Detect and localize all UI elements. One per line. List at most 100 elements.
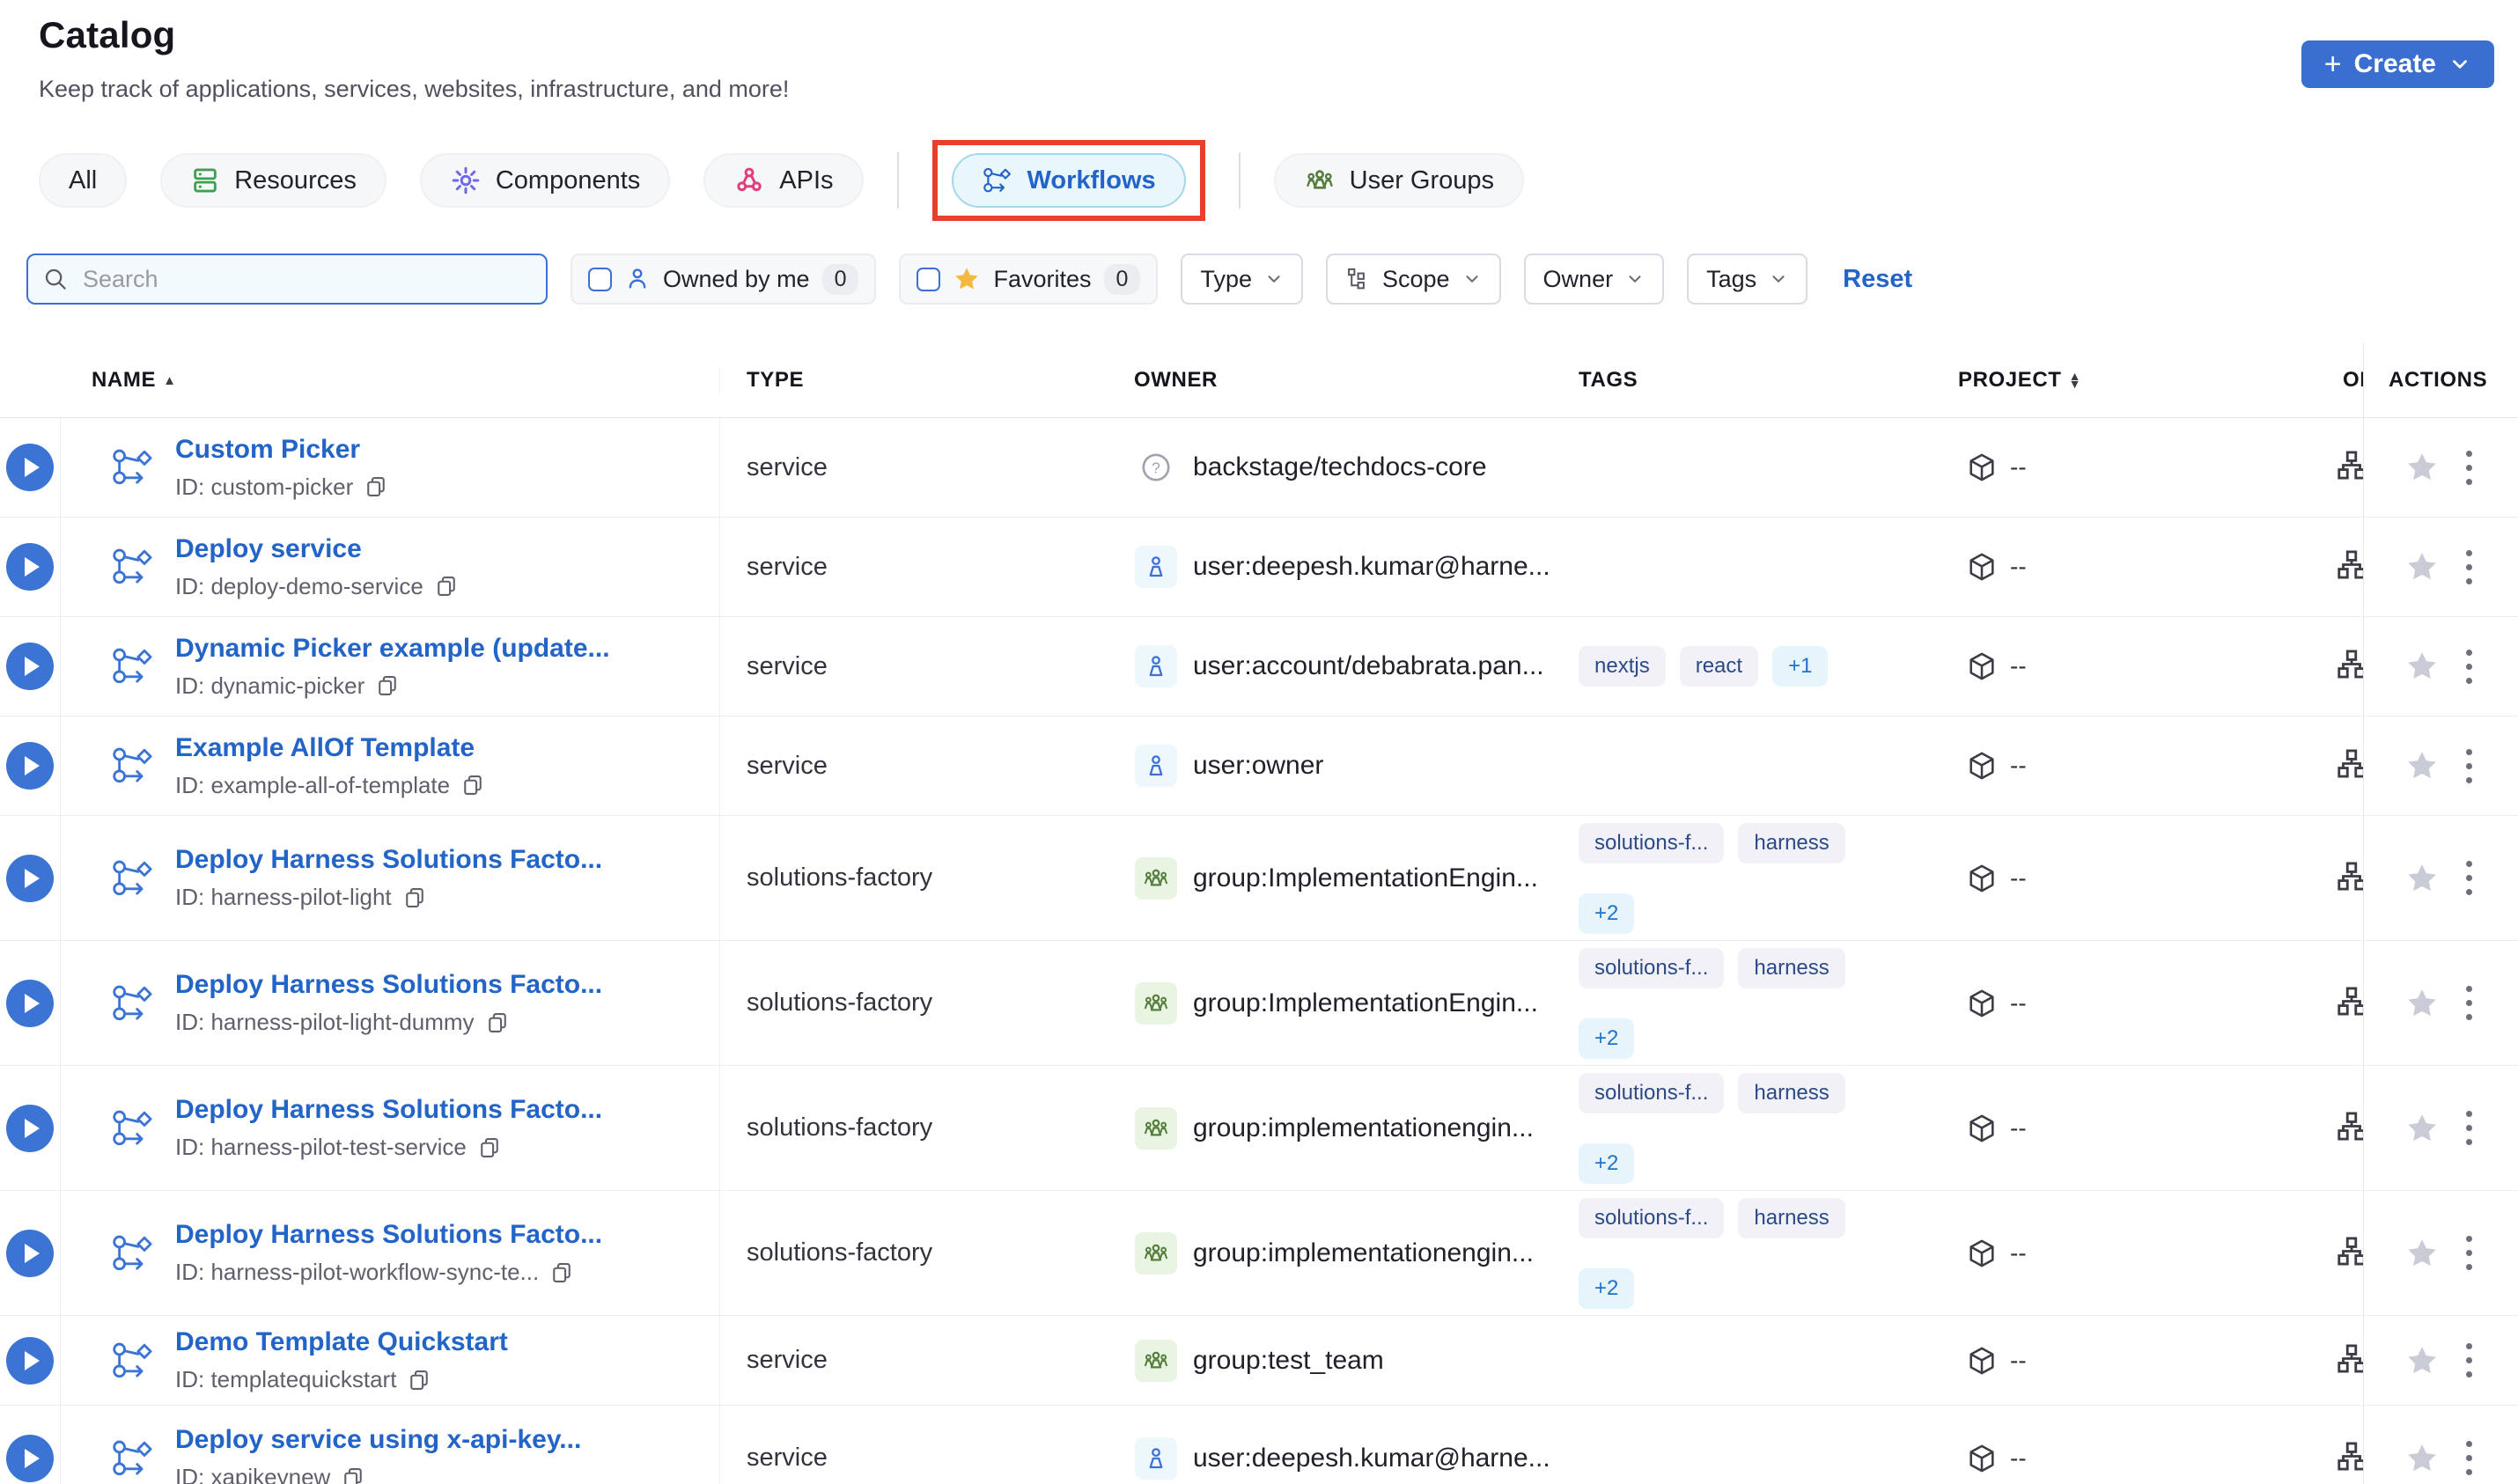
kebab-icon xyxy=(2466,450,2472,485)
group-owner-icon xyxy=(1135,1231,1177,1275)
user-owner-icon xyxy=(1135,745,1177,787)
row-menu-button[interactable] xyxy=(2466,861,2472,895)
org-icon[interactable] xyxy=(2335,1234,2363,1272)
name-cell: Deploy service ID: deploy-demo-service xyxy=(61,518,720,616)
favorite-star-button[interactable] xyxy=(2404,748,2440,783)
row-menu-button[interactable] xyxy=(2466,748,2472,783)
run-workflow-button[interactable] xyxy=(6,979,54,1027)
search-input[interactable] xyxy=(26,253,548,305)
play-icon xyxy=(25,458,40,477)
copy-icon[interactable] xyxy=(460,773,485,797)
owned-by-me-checkbox[interactable] xyxy=(588,267,612,291)
favorite-star-button[interactable] xyxy=(2404,549,2440,584)
workflow-name-link[interactable]: Deploy Harness Solutions Facto... xyxy=(175,1220,602,1250)
tab-apis[interactable]: APIs xyxy=(703,153,864,208)
row-menu-button[interactable] xyxy=(2466,1441,2472,1475)
row-menu-button[interactable] xyxy=(2466,986,2472,1020)
row-menu-button[interactable] xyxy=(2466,1111,2472,1145)
cube-icon xyxy=(1969,1444,1994,1472)
favorite-star-button[interactable] xyxy=(2404,861,2440,896)
row-menu-button[interactable] xyxy=(2466,1343,2472,1377)
org-icon[interactable] xyxy=(2335,1109,2363,1147)
more-tags-pill[interactable]: +1 xyxy=(1772,646,1829,687)
owner-cell: ? group:test_team xyxy=(1131,1316,1578,1405)
tab-workflows[interactable]: Workflows xyxy=(951,153,1186,208)
tags-dropdown[interactable]: Tags xyxy=(1687,253,1808,305)
copy-icon[interactable] xyxy=(402,885,427,910)
run-workflow-button[interactable] xyxy=(6,444,54,491)
row-menu-button[interactable] xyxy=(2466,1236,2472,1270)
favorite-star-button[interactable] xyxy=(2404,1343,2440,1378)
tag-pill: solutions-f... xyxy=(1579,1072,1725,1113)
run-workflow-button[interactable] xyxy=(6,1434,54,1482)
tab-resources[interactable]: Resources xyxy=(160,153,387,208)
header-name[interactable]: NAME ▲ xyxy=(61,368,720,393)
row-menu-button[interactable] xyxy=(2466,649,2472,684)
copy-icon[interactable] xyxy=(375,673,400,698)
workflow-name-link[interactable]: Deploy Harness Solutions Facto... xyxy=(175,1095,602,1125)
org-icon[interactable] xyxy=(2335,449,2363,487)
header-project[interactable]: PROJECT ▲ ▼ xyxy=(1950,368,2280,393)
favorite-star-button[interactable] xyxy=(2404,649,2440,684)
type-dropdown[interactable]: Type xyxy=(1181,253,1303,305)
copy-icon[interactable] xyxy=(364,474,388,499)
workflow-name-link[interactable]: Deploy Harness Solutions Facto... xyxy=(175,970,602,1000)
chevron-down-icon xyxy=(1268,275,1280,283)
row-menu-button[interactable] xyxy=(2466,450,2472,485)
copy-icon[interactable] xyxy=(477,1135,502,1160)
star-icon xyxy=(2408,1346,2436,1373)
kebab-icon xyxy=(2466,1343,2472,1377)
org-icon[interactable] xyxy=(2335,747,2363,785)
run-workflow-button[interactable] xyxy=(6,1104,54,1152)
more-tags-pill[interactable]: +2 xyxy=(1579,893,1635,934)
favorite-star-button[interactable] xyxy=(2404,1111,2440,1146)
owned-by-me-filter[interactable]: Owned by me 0 xyxy=(571,253,877,305)
copy-icon[interactable] xyxy=(341,1466,365,1484)
copy-icon[interactable] xyxy=(434,574,459,599)
more-tags-pill[interactable]: +2 xyxy=(1579,1267,1635,1309)
favorite-star-button[interactable] xyxy=(2404,450,2440,485)
copy-icon[interactable] xyxy=(549,1260,574,1285)
more-tags-pill[interactable]: +2 xyxy=(1579,1142,1635,1184)
org-icon[interactable] xyxy=(2335,984,2363,1022)
tab-user-groups[interactable]: User Groups xyxy=(1273,153,1525,208)
workflow-name-link[interactable]: Demo Template Quickstart xyxy=(175,1327,508,1357)
org-icon[interactable] xyxy=(2335,1439,2363,1477)
more-tags-pill[interactable]: +2 xyxy=(1579,1017,1635,1059)
copy-icon[interactable] xyxy=(485,1010,510,1035)
workflow-name-link[interactable]: Deploy service using x-api-key... xyxy=(175,1425,581,1455)
workflow-name-link[interactable]: Deploy service xyxy=(175,534,459,564)
run-workflow-button[interactable] xyxy=(6,742,54,790)
favorites-filter[interactable]: Favorites 0 xyxy=(899,253,1159,305)
favorite-star-button[interactable] xyxy=(2404,986,2440,1021)
favorite-star-button[interactable] xyxy=(2404,1441,2440,1476)
project-placeholder: -- xyxy=(2010,1238,2027,1267)
favorites-checkbox[interactable] xyxy=(917,267,941,291)
copy-icon[interactable] xyxy=(407,1368,431,1392)
scope-dropdown[interactable]: Scope xyxy=(1325,253,1501,305)
reset-filters-link[interactable]: Reset xyxy=(1843,265,1912,294)
favorite-star-button[interactable] xyxy=(2404,1236,2440,1271)
run-workflow-button[interactable] xyxy=(6,1336,54,1385)
workflow-id-label: ID: dynamic-picker xyxy=(175,672,365,699)
row-menu-button[interactable] xyxy=(2466,549,2472,584)
run-workflow-button[interactable] xyxy=(6,854,54,902)
run-workflow-button[interactable] xyxy=(6,1229,54,1277)
run-workflow-button[interactable] xyxy=(6,643,54,690)
org-icon[interactable] xyxy=(2335,1341,2363,1379)
org-icon[interactable] xyxy=(2335,548,2363,586)
workflow-name-link[interactable]: Dynamic Picker example (update... xyxy=(175,634,610,664)
tab-all[interactable]: All xyxy=(39,153,128,208)
tab-components[interactable]: Components xyxy=(419,153,671,208)
project-cell: -- xyxy=(1950,716,2280,815)
workflow-name-link[interactable]: Example AllOf Template xyxy=(175,733,485,763)
org-icon[interactable] xyxy=(2335,648,2363,686)
workflow-name-link[interactable]: Deploy Harness Solutions Facto... xyxy=(175,845,602,875)
create-button[interactable]: + Create xyxy=(2301,40,2494,88)
owner-dropdown[interactable]: Owner xyxy=(1523,253,1665,305)
workflow-name-link[interactable]: Custom Picker xyxy=(175,435,388,465)
chevron-down-icon xyxy=(1772,275,1785,283)
org-icon[interactable] xyxy=(2335,859,2363,897)
run-workflow-button[interactable] xyxy=(6,543,54,591)
group-owner-icon xyxy=(1135,856,1177,900)
